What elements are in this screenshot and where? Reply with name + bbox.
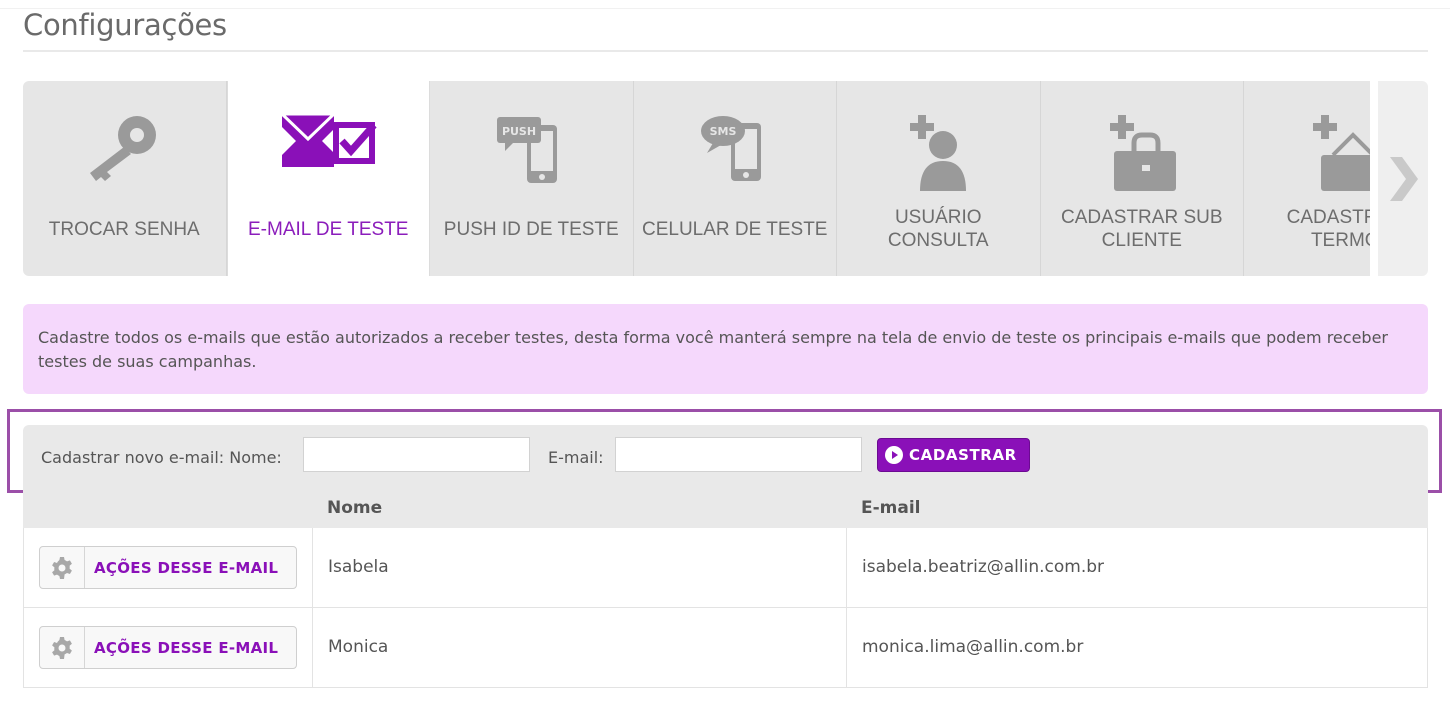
svg-text:SMS: SMS [709, 125, 736, 138]
table-row: AÇÕES DESSE E-MAIL Isabela isabela.beatr… [23, 528, 1428, 608]
page-title: Configurações [23, 8, 227, 42]
tab-label: CELULAR DE TESTE [642, 218, 828, 240]
row-nome: Isabela [328, 557, 389, 577]
sms-phone-icon: SMS [700, 116, 761, 181]
table-header: Nome E-mail [23, 488, 1428, 528]
tab-label: PUSH ID DE TESTE [443, 218, 619, 240]
email-table: Nome E-mail AÇÕES DESSE E-MAIL Isabela i… [23, 488, 1428, 688]
column-divider [312, 608, 313, 687]
column-header-email: E-mail [861, 498, 921, 518]
row-email: monica.lima@allin.com.br [862, 637, 1084, 657]
info-message: Cadastre todos os e-mails que estão auto… [23, 304, 1428, 394]
add-bag-icon [1109, 115, 1176, 191]
column-header-nome: Nome [327, 498, 383, 518]
tab-push-id-de-teste[interactable]: PUSH PUSH ID DE TESTE [430, 81, 634, 276]
tab-label: CADASTRAR SUB CLIENTE [1060, 207, 1223, 251]
column-divider [846, 528, 847, 607]
gear-icon [40, 627, 85, 668]
row-email: isabela.beatriz@allin.com.br [862, 557, 1105, 577]
settings-tabs: TROCAR SENHA E-MAIL DE TESTE PUSH PUSH I… [23, 81, 1370, 276]
email-actions-label: AÇÕES DESSE E-MAIL [94, 638, 279, 657]
email-actions-button[interactable]: AÇÕES DESSE E-MAIL [39, 626, 297, 669]
email-actions-label: AÇÕES DESSE E-MAIL [94, 558, 279, 577]
push-phone-icon: PUSH [497, 117, 558, 183]
add-sign-icon [1313, 115, 1370, 191]
tab-cadastrar-termo[interactable]: CADASTRAR TERMO [1244, 81, 1370, 276]
tab-label: E-MAIL DE TESTE [248, 218, 409, 240]
key-icon [90, 116, 157, 181]
svg-text:PUSH: PUSH [502, 125, 536, 138]
tab-cadastrar-sub-cliente[interactable]: CADASTRAR SUB CLIENTE [1040, 81, 1244, 276]
add-user-icon [910, 115, 967, 191]
chevron-right-icon [1390, 157, 1418, 201]
tab-email-de-teste[interactable]: E-MAIL DE TESTE [226, 81, 430, 276]
column-divider [846, 608, 847, 687]
tab-label: CADASTRAR TERMO [1286, 207, 1370, 251]
column-divider [312, 528, 313, 607]
title-divider [23, 50, 1428, 52]
form-highlight-outline [7, 409, 1442, 493]
gear-icon [40, 547, 85, 588]
tab-trocar-senha[interactable]: TROCAR SENHA [23, 81, 227, 276]
email-actions-button[interactable]: AÇÕES DESSE E-MAIL [39, 546, 297, 589]
tab-celular-de-teste[interactable]: SMS CELULAR DE TESTE [633, 81, 837, 276]
email-check-icon [278, 112, 377, 167]
tab-label: USUÁRIO CONSULTA [887, 207, 989, 251]
table-row: AÇÕES DESSE E-MAIL Monica monica.lima@al… [23, 608, 1428, 688]
tab-label: TROCAR SENHA [48, 218, 200, 240]
row-nome: Monica [328, 637, 389, 657]
tab-usuario-consulta[interactable]: USUÁRIO CONSULTA [837, 81, 1041, 276]
tabs-next-button[interactable] [1378, 81, 1428, 276]
